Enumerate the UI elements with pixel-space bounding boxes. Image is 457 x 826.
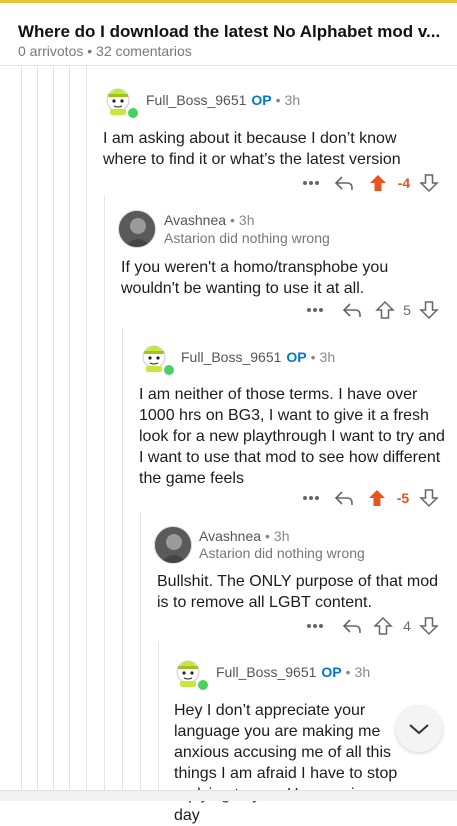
comment-author[interactable]: Full_Boss_9651 OP • 3h bbox=[146, 92, 300, 108]
comment-count: 32 comentarios bbox=[96, 43, 192, 59]
op-badge: OP bbox=[251, 92, 272, 108]
avatar[interactable] bbox=[154, 526, 192, 564]
reply-icon bbox=[334, 491, 353, 505]
thread-line[interactable] bbox=[37, 66, 38, 800]
reply-icon bbox=[342, 619, 361, 633]
username[interactable]: Full_Boss_9651 bbox=[216, 664, 316, 680]
comment-actions: 4 bbox=[298, 614, 450, 638]
reply-button[interactable] bbox=[340, 298, 364, 322]
vote-score: 5 bbox=[403, 302, 411, 318]
thread-line[interactable] bbox=[122, 328, 123, 800]
reply-icon bbox=[334, 176, 353, 190]
upvote-icon bbox=[370, 175, 386, 191]
user-photo-icon bbox=[119, 211, 155, 247]
more-button[interactable] bbox=[298, 486, 324, 510]
reply-button[interactable] bbox=[340, 614, 364, 638]
upvote-icon bbox=[373, 616, 393, 635]
thread-line[interactable] bbox=[86, 66, 87, 800]
comment-actions: -5 bbox=[298, 486, 450, 510]
comment-body: Hey I don’t appreciate your language you… bbox=[174, 702, 398, 824]
thread-line[interactable] bbox=[104, 196, 105, 800]
comment-author[interactable]: Avashnea • 3h bbox=[199, 528, 290, 544]
comment-body: Bullshit. The ONLY purpose of that mod i… bbox=[157, 573, 439, 611]
downvote-icon bbox=[419, 174, 439, 193]
comment-body: I am neither of those terms. I have over… bbox=[139, 386, 445, 487]
comment-actions: 5 bbox=[298, 298, 450, 322]
comment-body: I am asking about it because I don’t kno… bbox=[103, 130, 401, 168]
more-icon bbox=[307, 308, 323, 312]
downvote-icon bbox=[419, 301, 439, 320]
username[interactable]: Avashnea bbox=[199, 528, 261, 544]
online-indicator bbox=[162, 363, 176, 377]
comment-age: 3h bbox=[273, 528, 290, 544]
downvote-button[interactable] bbox=[418, 171, 440, 195]
reply-button[interactable] bbox=[332, 171, 356, 195]
upvote-button[interactable] bbox=[374, 298, 396, 322]
avatar[interactable] bbox=[118, 210, 156, 248]
username[interactable]: Full_Boss_9651 bbox=[146, 92, 246, 108]
thread-line[interactable] bbox=[140, 512, 141, 800]
more-icon bbox=[307, 624, 323, 628]
user-flair: Astarion did nothing wrong bbox=[164, 230, 330, 246]
scroll-down-button[interactable] bbox=[396, 706, 442, 752]
username[interactable]: Full_Boss_9651 bbox=[181, 349, 281, 365]
more-icon bbox=[303, 496, 319, 500]
comment-body: If you weren't a homo/transphobe you wou… bbox=[121, 259, 389, 297]
more-icon bbox=[303, 181, 319, 185]
op-badge: OP bbox=[286, 349, 307, 365]
upvote-count: 0 arrivotos bbox=[18, 43, 84, 59]
reply-button[interactable] bbox=[332, 486, 356, 510]
comment: Avashnea • 3h Astarion did nothing wrong B… bbox=[154, 526, 450, 616]
comment-actions: -4 bbox=[290, 171, 450, 195]
comment: Full_Boss_9651 OP • 3h I am neither of thos… bbox=[136, 337, 450, 487]
upvote-button[interactable] bbox=[372, 614, 394, 638]
comment-age: 3h bbox=[284, 92, 301, 108]
comment-author[interactable]: Full_Boss_9651 OP • 3h bbox=[216, 664, 370, 680]
comment-age: 3h bbox=[319, 349, 336, 365]
downvote-icon bbox=[419, 489, 439, 508]
upvote-icon bbox=[369, 490, 385, 506]
online-indicator bbox=[126, 106, 140, 120]
comment: Avashnea • 3h Astarion did nothing wrong I… bbox=[118, 210, 448, 310]
upvote-icon bbox=[375, 300, 395, 319]
upvote-button[interactable] bbox=[366, 486, 388, 510]
username[interactable]: Avashnea bbox=[164, 212, 226, 228]
more-button[interactable] bbox=[302, 298, 328, 322]
downvote-icon bbox=[419, 617, 439, 636]
vote-score: -4 bbox=[397, 175, 411, 191]
meta-separator: • bbox=[87, 43, 93, 59]
vote-score: 4 bbox=[403, 618, 411, 634]
comment-author[interactable]: Avashnea • 3h bbox=[164, 212, 255, 228]
more-button[interactable] bbox=[298, 171, 324, 195]
comment-author[interactable]: Full_Boss_9651 OP • 3h bbox=[181, 349, 335, 365]
thread-line[interactable] bbox=[53, 66, 54, 800]
thread-line[interactable] bbox=[69, 66, 70, 800]
vote-score: -5 bbox=[396, 490, 410, 506]
downvote-button[interactable] bbox=[418, 614, 440, 638]
post-header[interactable]: Where do I download the latest No Alphab… bbox=[0, 3, 457, 66]
upvote-button[interactable] bbox=[367, 171, 389, 195]
chevron-down-icon bbox=[409, 724, 429, 735]
online-indicator bbox=[196, 678, 210, 692]
downvote-button[interactable] bbox=[418, 298, 440, 322]
comment-age: 3h bbox=[354, 664, 371, 680]
downvote-button[interactable] bbox=[418, 486, 440, 510]
user-photo-icon bbox=[155, 527, 191, 563]
comment-age: 3h bbox=[238, 212, 255, 228]
more-button[interactable] bbox=[302, 614, 328, 638]
op-badge: OP bbox=[321, 664, 342, 680]
reply-icon bbox=[342, 303, 361, 317]
post-title[interactable]: Where do I download the latest No Alphab… bbox=[18, 22, 440, 42]
thread-line[interactable] bbox=[158, 642, 159, 800]
thread-line[interactable] bbox=[21, 66, 22, 800]
post-meta: 0 arrivotos • 32 comentarios bbox=[18, 43, 192, 59]
bottom-bar bbox=[0, 790, 457, 801]
user-flair: Astarion did nothing wrong bbox=[199, 545, 365, 561]
